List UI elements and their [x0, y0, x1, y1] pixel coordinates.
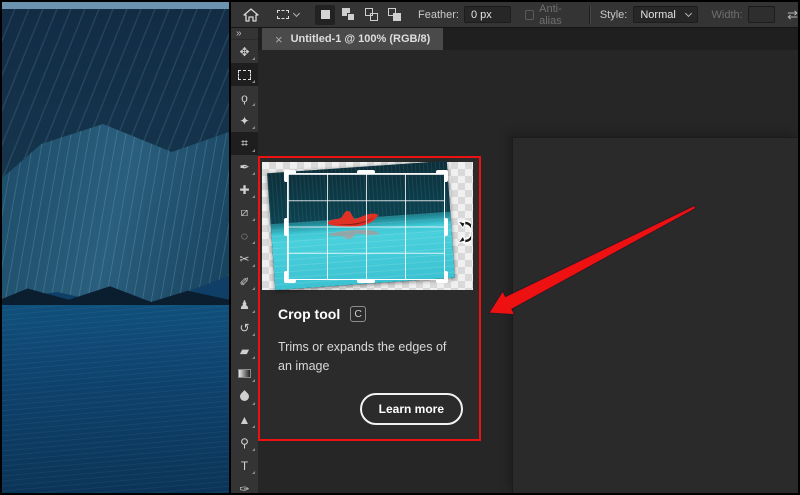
tool-dodge[interactable]: ⚲ — [231, 431, 258, 454]
move-icon: ✥ — [239, 44, 250, 59]
intersect-selection-icon — [387, 8, 401, 21]
spot-healing-brush-icon: ✚ — [239, 182, 250, 197]
tool-spot-healing-brush[interactable]: ✚ — [231, 178, 258, 201]
tool-content-aware-move[interactable]: ✂ — [231, 247, 258, 270]
options-separator — [588, 5, 590, 24]
document-tab-title: Untitled-1 @ 100% (RGB/8) — [290, 33, 431, 45]
double-chevron-icon: » — [236, 28, 242, 39]
crop-icon: ⌗ — [241, 136, 248, 150]
document-canvas[interactable] — [512, 137, 798, 493]
tool-type[interactable]: T — [231, 454, 258, 477]
learn-more-button[interactable]: Learn more — [359, 393, 463, 425]
eraser-icon: ▰ — [239, 343, 250, 358]
healing-brush-icon: ⧄ — [240, 205, 249, 219]
crop-handle-left[interactable] — [284, 217, 288, 236]
tool-clone-stamp[interactable]: ♟ — [231, 293, 258, 316]
tooltip-title: Crop tool — [278, 306, 341, 322]
anti-alias-label: Anti-alias — [539, 2, 562, 27]
style-label: Style: — [599, 8, 628, 21]
pen-icon: ✑ — [239, 481, 250, 494]
tool-gradient[interactable] — [231, 362, 258, 385]
crop-handle-bottom-left[interactable] — [284, 271, 296, 283]
lasso-icon: ϙ — [241, 90, 248, 105]
style-value: Normal — [640, 8, 676, 21]
desktop-wallpaper — [0, 0, 229, 495]
crop-handle-top-left[interactable] — [284, 170, 296, 182]
new-selection-icon — [320, 10, 330, 19]
dodge-icon: ⚲ — [240, 435, 249, 450]
anti-alias-checkbox[interactable] — [525, 9, 535, 20]
tool-history-brush[interactable]: ↺ — [231, 316, 258, 339]
home-button[interactable] — [243, 7, 259, 22]
tools-collapse-button[interactable]: » — [231, 28, 258, 40]
subtract-from-selection-button[interactable] — [361, 5, 381, 25]
tool-magic-wand[interactable]: ✦ — [231, 109, 258, 132]
document-tab[interactable]: × Untitled-1 @ 100% (RGB/8) — [262, 28, 444, 50]
style-select[interactable]: Normal — [633, 6, 698, 23]
brush-icon: ✐ — [239, 274, 250, 289]
selection-mode-group — [315, 4, 404, 25]
wallpaper-sky-strip — [0, 2, 229, 9]
options-bar: Feather: 0 px Anti-alias Style: Normal W… — [231, 2, 798, 28]
close-tab-icon[interactable]: × — [275, 33, 283, 46]
add-to-selection-icon — [341, 8, 355, 21]
crop-handle-right[interactable] — [444, 217, 448, 236]
crop-handle-top-right[interactable] — [436, 170, 448, 182]
tool-crop[interactable]: ⌗ — [231, 132, 258, 155]
crop-handle-bottom[interactable] — [357, 279, 375, 283]
width-input[interactable] — [747, 6, 776, 23]
type-icon: T — [240, 458, 249, 473]
tool-brush[interactable]: ✐ — [231, 270, 258, 293]
document-tab-bar: × Untitled-1 @ 100% (RGB/8) — [258, 28, 798, 50]
rotate-cursor-icon — [456, 220, 471, 244]
shortcut-key-badge: C — [350, 306, 367, 322]
crop-tool-tooltip: Crop tool C Trims or expands the edges o… — [258, 156, 481, 441]
blur-drop-icon — [238, 390, 251, 403]
clone-stamp-icon: ♟ — [239, 297, 250, 312]
crop-grid-overlay[interactable] — [284, 170, 448, 283]
home-icon — [243, 7, 259, 22]
tooltip-preview-image — [262, 160, 473, 291]
tool-blur[interactable] — [231, 385, 258, 408]
tool-patch[interactable]: ◌ — [231, 224, 258, 247]
subtract-from-selection-icon — [364, 8, 378, 21]
tooltip-description: Trims or expands the edges of an image — [278, 340, 447, 373]
tool-eraser[interactable]: ▰ — [231, 339, 258, 362]
patch-icon: ◌ — [240, 228, 249, 243]
content-aware-move-icon: ✂ — [239, 251, 250, 266]
tool-rectangular-marquee[interactable] — [231, 63, 258, 86]
swap-dimensions-icon[interactable]: ⇄ — [787, 7, 798, 23]
intersect-selection-button[interactable] — [384, 5, 404, 25]
width-label: Width: — [711, 8, 743, 21]
add-to-selection-button[interactable] — [338, 5, 358, 25]
crop-handle-bottom-right[interactable] — [436, 271, 448, 283]
marquee-tool-icon — [277, 10, 289, 19]
tool-pen[interactable]: ✑ — [231, 477, 258, 494]
tools-panel: » ✥ ϙ ✦ ⌗ ✒ ✚ ⧄ ◌ ✂ ✐ ♟ ↺ ▰ ▲ ⚲ T ✑ — [231, 28, 258, 493]
tooltip-body: Crop tool C Trims or expands the edges o… — [260, 290, 479, 376]
tool-sharpen[interactable]: ▲ — [231, 408, 258, 431]
chevron-down-icon — [292, 9, 301, 17]
sharpen-icon: ▲ — [238, 412, 251, 427]
new-selection-button[interactable] — [315, 4, 335, 25]
eyedropper-icon: ✒ — [239, 159, 250, 174]
chevron-down-icon — [684, 9, 692, 17]
history-brush-icon: ↺ — [239, 320, 250, 335]
tool-eyedropper[interactable]: ✒ — [231, 155, 258, 178]
feather-input[interactable]: 0 px — [463, 6, 512, 23]
rectangular-marquee-icon — [238, 69, 251, 80]
feather-value: 0 px — [470, 8, 492, 21]
magic-wand-icon: ✦ — [239, 113, 250, 128]
gradient-icon — [238, 369, 251, 378]
tool-preset-picker[interactable] — [277, 9, 301, 19]
feather-label: Feather: — [418, 8, 459, 21]
crop-handle-top[interactable] — [357, 170, 375, 174]
screenshot-root: Feather: 0 px Anti-alias Style: Normal W… — [0, 0, 800, 495]
wallpaper-ocean — [0, 305, 229, 495]
tool-move[interactable]: ✥ — [231, 40, 258, 63]
tool-lasso[interactable]: ϙ — [231, 86, 258, 109]
tool-healing-brush[interactable]: ⧄ — [231, 201, 258, 224]
